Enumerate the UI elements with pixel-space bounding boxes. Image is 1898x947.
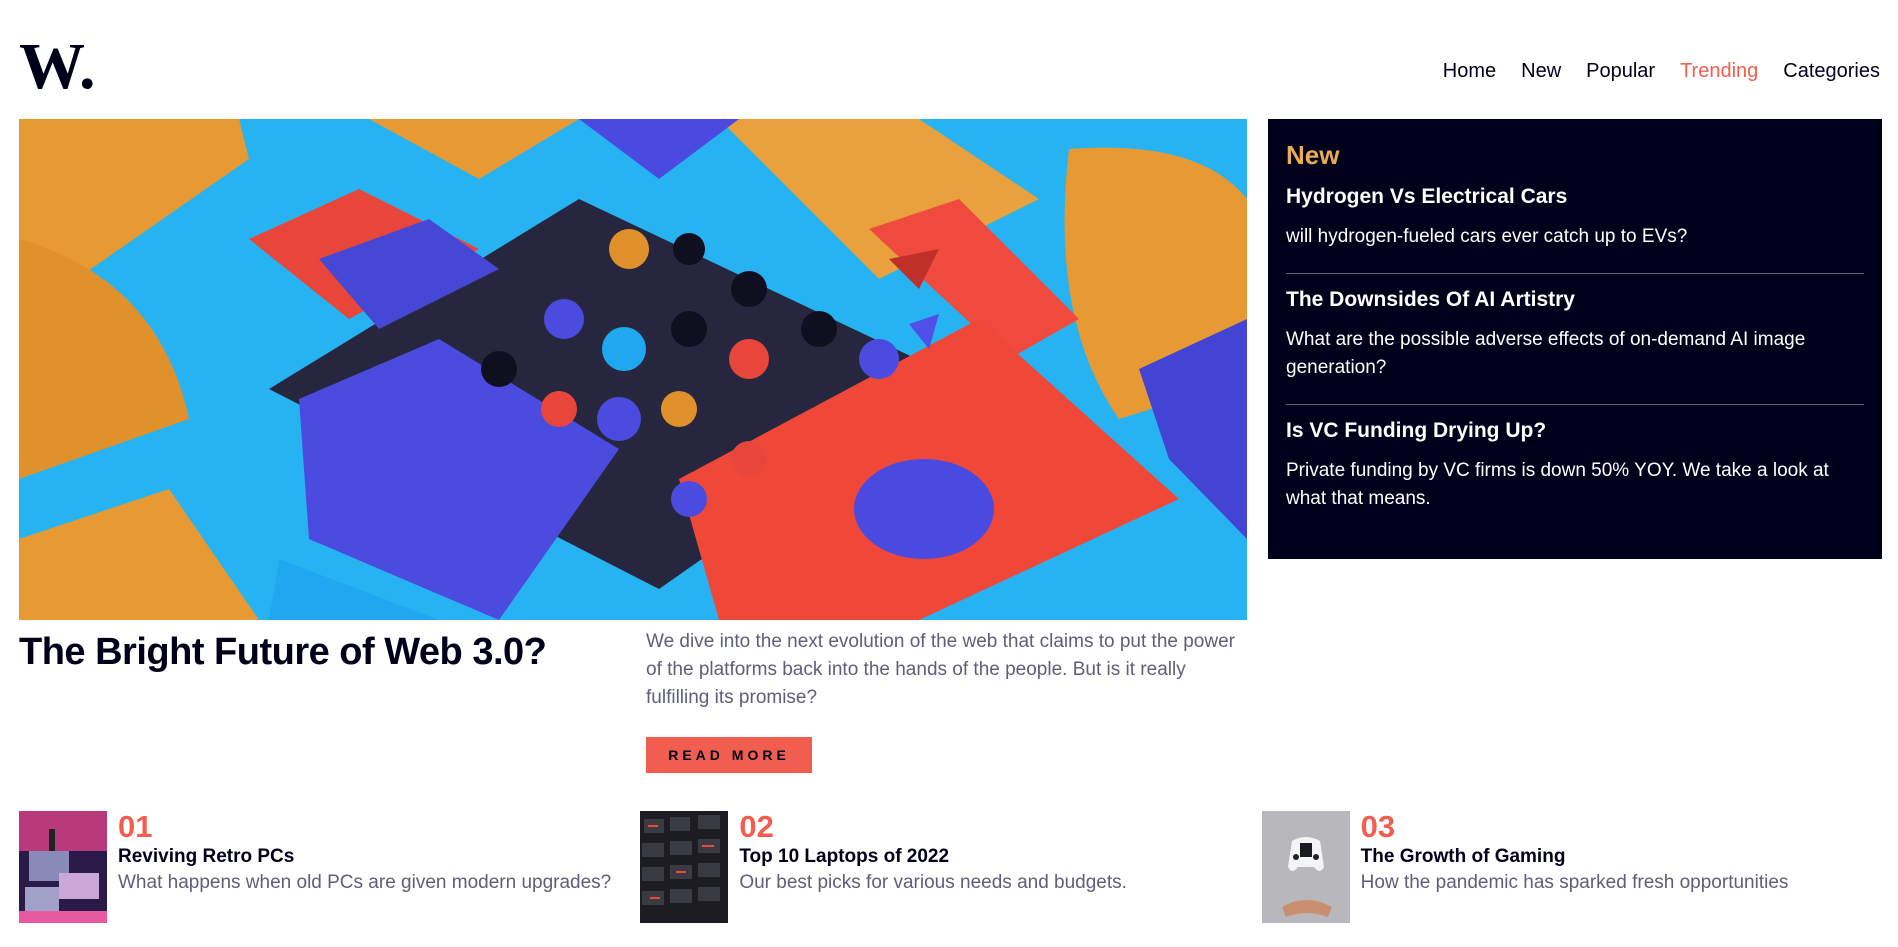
hero-illustration: [19, 119, 1247, 620]
new-panel: New Hydrogen Vs Electrical Cars will hyd…: [1268, 119, 1882, 559]
article-number: 01: [118, 809, 153, 844]
article-number: 03: [1360, 809, 1396, 844]
new-item-description: will hydrogen-fueled cars ever catch up …: [1286, 226, 1688, 247]
ranked-article: 01 Reviving Retro PCs What happens when …: [19, 811, 640, 947]
nav-new[interactable]: New: [1521, 59, 1561, 83]
new-item-title[interactable]: The Downsides Of AI Artistry: [1286, 286, 1864, 314]
nav-popular[interactable]: Popular: [1586, 59, 1655, 83]
article-title[interactable]: The Growth of Gaming: [1361, 845, 1789, 869]
hero-title[interactable]: The Bright Future of Web 3.0?: [19, 628, 599, 676]
article-description: What happens when old PCs are given mode…: [118, 872, 612, 893]
main-nav: Home New Popular Trending Categories: [1443, 59, 1880, 83]
new-item: Hydrogen Vs Electrical Cars will hydroge…: [1286, 171, 1864, 274]
ranked-article: 02 Top 10 Laptops of 2022 Our best picks…: [640, 811, 1261, 947]
svg-text:W.: W.: [19, 36, 95, 94]
page: W. Home New Popular Trending Categories: [0, 0, 1898, 947]
article-title[interactable]: Top 10 Laptops of 2022: [739, 845, 1127, 869]
laptops-thumbnail[interactable]: [640, 811, 729, 923]
article-number: 02: [739, 809, 774, 844]
ranked-articles: 01 Reviving Retro PCs What happens when …: [19, 811, 1883, 947]
hero-image: [19, 119, 1247, 620]
new-item-title[interactable]: Hydrogen Vs Electrical Cars: [1286, 183, 1864, 211]
gaming-thumbnail[interactable]: [1261, 811, 1350, 923]
article-description: Our best picks for various needs and bud…: [739, 872, 1127, 893]
new-item-title[interactable]: Is VC Funding Drying Up?: [1286, 417, 1864, 445]
nav-home[interactable]: Home: [1443, 59, 1496, 83]
new-item: The Downsides Of AI Artistry What are th…: [1286, 274, 1864, 405]
new-item-description: What are the possible adverse effects of…: [1286, 329, 1806, 378]
retro-pcs-thumbnail[interactable]: [19, 811, 107, 923]
nav-categories[interactable]: Categories: [1783, 59, 1880, 83]
new-panel-heading: New: [1286, 140, 1340, 170]
new-item: Is VC Funding Drying Up? Private funding…: [1286, 405, 1864, 535]
site-logo[interactable]: W.: [19, 36, 101, 94]
article-title[interactable]: Reviving Retro PCs: [118, 845, 611, 869]
ranked-article: 03 The Growth of Gaming How the pandemic…: [1261, 809, 1883, 947]
article-description: How the pandemic has sparked fresh oppor…: [1360, 872, 1789, 893]
nav-trending[interactable]: Trending: [1680, 59, 1758, 83]
read-more-button[interactable]: READ MORE: [646, 737, 812, 773]
hero-description: We dive into the next evolution of the w…: [646, 631, 1235, 708]
new-item-description: Private funding by VC firms is down 50% …: [1286, 460, 1829, 509]
